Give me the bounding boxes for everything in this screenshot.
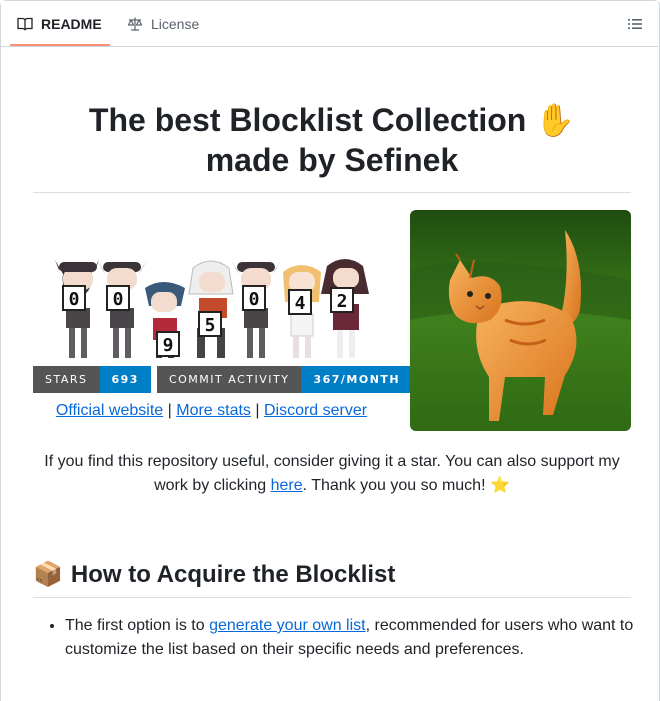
section-heading-text: How to Acquire the Blocklist: [70, 561, 396, 588]
link-separator: |: [250, 402, 264, 419]
book-icon: [17, 17, 33, 31]
cat-image: [410, 210, 631, 431]
support-text-end: . Thank you you so much! ⭐: [302, 477, 510, 494]
stars-badge-label: STARS: [33, 366, 100, 393]
visitor-counter: 0 0 9 5 0 4 2: [33, 248, 390, 366]
tab-readme-label: README: [41, 15, 102, 32]
generate-list-link[interactable]: generate your own list: [209, 617, 366, 634]
outline-button[interactable]: [624, 13, 646, 35]
active-tab-indicator: [10, 44, 110, 46]
more-stats-link[interactable]: More stats: [176, 402, 251, 419]
package-icon: 📦: [33, 561, 63, 588]
commit-activity-badge-label: COMMIT ACTIVITY: [156, 366, 302, 393]
counter-digit: 4: [295, 293, 306, 314]
page-title-line2: made by Sefinek: [205, 142, 459, 178]
discord-server-link[interactable]: Discord server: [264, 402, 367, 419]
counter-digit-card: 9: [156, 331, 180, 357]
support-paragraph: If you find this repository useful, cons…: [33, 450, 631, 498]
counter-digit: 0: [249, 289, 260, 310]
counter-digit-card: 0: [106, 285, 130, 311]
counter-digit-card: 0: [62, 285, 86, 311]
counter-character-4: [188, 260, 234, 358]
commit-activity-badge[interactable]: COMMIT ACTIVITY 367/MONTH: [156, 366, 413, 393]
official-website-link[interactable]: Official website: [56, 402, 163, 419]
section-divider: [33, 597, 631, 598]
stars-badge[interactable]: STARS 693: [33, 366, 151, 393]
support-link[interactable]: here: [271, 477, 303, 494]
list-item: The first option is to generate your own…: [65, 614, 660, 662]
title-divider: [33, 192, 631, 193]
tab-license-label: License: [151, 15, 200, 32]
scale-icon: [127, 17, 143, 31]
options-list: The first option is to generate your own…: [33, 614, 660, 662]
counter-digit: 9: [163, 335, 174, 356]
tab-license[interactable]: License: [127, 1, 199, 46]
section-heading: 📦 How to Acquire the Blocklist: [33, 560, 395, 590]
counter-digit: 0: [113, 289, 124, 310]
counter-digit-card: 0: [242, 285, 266, 311]
links-row: Official website | More stats | Discord …: [33, 402, 390, 420]
list-item-text: The first option is to: [65, 617, 210, 634]
list-icon: [628, 19, 642, 29]
page-title-line1: The best Blocklist Collection ✋: [88, 102, 576, 138]
stars-badge-value: 693: [99, 366, 151, 393]
counter-digit: 0: [69, 289, 80, 310]
counter-digit-card: 4: [288, 289, 312, 315]
counter-digit-card: 2: [330, 287, 354, 313]
badge-row: STARS 693 COMMIT ACTIVITY 367/MONTH: [33, 366, 413, 393]
counter-digit: 5: [205, 315, 216, 336]
commit-activity-badge-value: 367/MONTH: [301, 366, 413, 393]
page-title: The best Blocklist Collection ✋ made by …: [33, 100, 631, 180]
counter-digit: 2: [337, 291, 348, 312]
counter-digit-card: 5: [198, 311, 222, 337]
tab-readme[interactable]: README: [17, 1, 102, 46]
tab-bar: README License: [1, 1, 658, 47]
link-separator: |: [163, 402, 177, 419]
